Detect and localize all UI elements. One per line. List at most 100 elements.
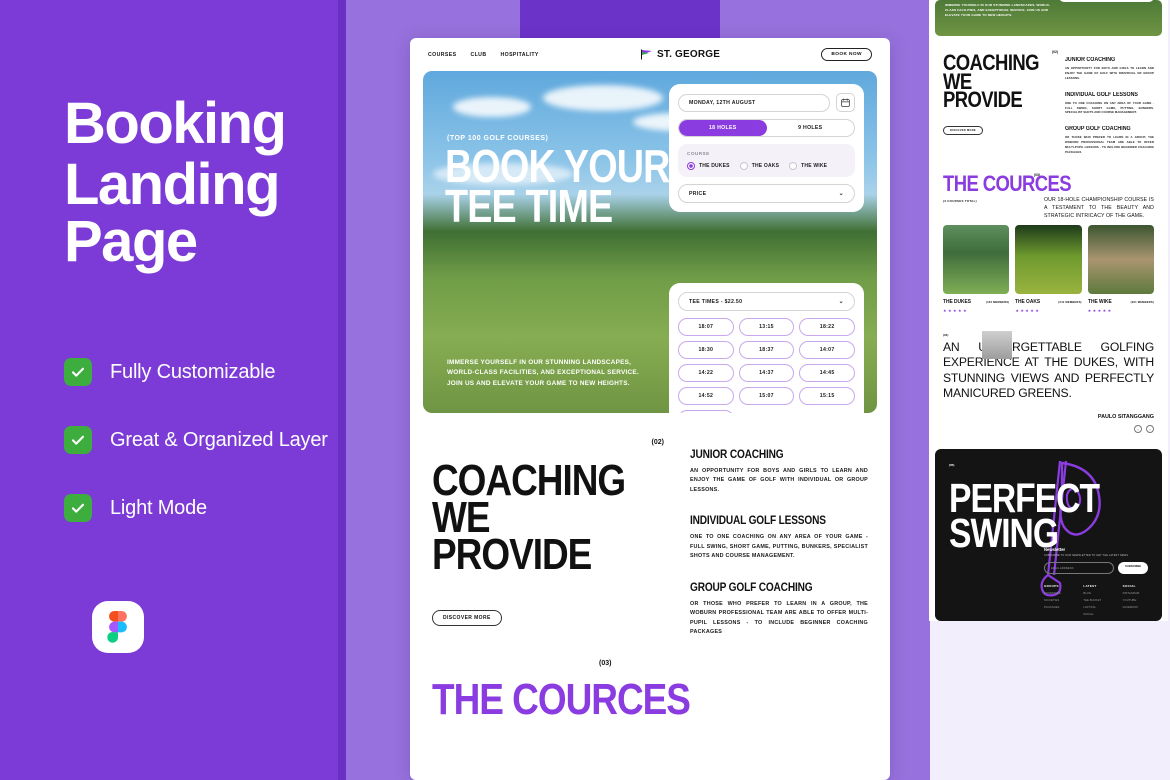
course-radio-label: THE DUKES bbox=[699, 163, 730, 169]
course-radio-group: THE DUKES THE OAKS THE WIKE bbox=[687, 162, 846, 170]
footer-link[interactable]: LOFTING bbox=[1083, 606, 1108, 609]
nav-book-now-button[interactable]: BOOK NOW bbox=[821, 48, 872, 61]
footer-link[interactable]: BLOG bbox=[1083, 592, 1108, 595]
main-mockup: COURSES CLUB HOSPITALITY ST. GEORGE BOOK… bbox=[410, 38, 890, 780]
footer-column-heading: GROUPS bbox=[1044, 584, 1059, 589]
tee-time-slot[interactable]: 14:22 bbox=[678, 364, 734, 382]
course-radio-dukes[interactable]: THE DUKES bbox=[687, 162, 730, 170]
course-card-meta: THE WIKE (321 MEMBERS) bbox=[1088, 299, 1154, 305]
booking-form-top: MONDAY, 12TH AUGUST 18 HOLES 9 HOLES COU… bbox=[669, 84, 864, 212]
coaching-section: (02) COACHING WE PROVIDE DISCOVER MORE J… bbox=[410, 413, 890, 638]
chevron-down-icon: ⌄ bbox=[838, 299, 844, 305]
tee-times-grid: 18:07 13:15 18:22 18:30 18:37 14:07 14:2… bbox=[678, 318, 855, 413]
thumb-discover-more-button[interactable]: DISCOVER MORE bbox=[943, 126, 983, 136]
site-nav: COURSES CLUB HOSPITALITY ST. GEORGE BOOK… bbox=[410, 38, 890, 71]
coaching-services: JUNIOR COACHING AN OPPORTUNITY FOR BOYS … bbox=[690, 441, 868, 638]
course-card-name: THE WIKE bbox=[1087, 298, 1112, 305]
footer-link[interactable]: COMPANIES bbox=[1044, 592, 1069, 595]
email-field[interactable]: EMAIL ADDRESS bbox=[1044, 562, 1115, 575]
thumb-heading-line2: WE PROVIDE bbox=[943, 68, 1023, 113]
course-cards: THE DUKES (122 MEMBERS) ★★★★★ THE OAKS (… bbox=[943, 224, 1154, 313]
footer-link-columns: GROUPS COMPANIES SOCIETIES PACKAGES LATE… bbox=[1044, 584, 1148, 616]
thumb-hero: IMMERSE YOURSELF IN OUR STUNNING LANDSCA… bbox=[935, 0, 1162, 36]
radio-icon bbox=[789, 162, 798, 170]
newsletter-subtitle: SUBSCRIBE TO OUR NEWSLETTER TO GET THE L… bbox=[1044, 554, 1129, 558]
tee-time-slot[interactable]: 14:37 bbox=[738, 364, 795, 382]
footer-heading-line2: SWING bbox=[949, 509, 1059, 556]
thumb-courses-section: (03) THE COURCES (3 COURSES TOTAL) OUR 1… bbox=[929, 155, 1168, 313]
footer-link[interactable]: INSTAGRAM bbox=[1123, 592, 1148, 595]
service-title: INDIVIDUAL GOLF LESSONS bbox=[690, 515, 826, 528]
tee-time-slot[interactable]: 18:22 bbox=[799, 318, 855, 336]
chevron-down-icon: ⌄ bbox=[838, 191, 844, 197]
tee-time-slot[interactable]: 18:37 bbox=[738, 341, 795, 359]
nav-item-courses[interactable]: COURSES bbox=[428, 52, 456, 58]
thumb-service-title: GROUP GOLF COACHING bbox=[1065, 126, 1131, 133]
tee-time-slot[interactable]: 15:07 bbox=[738, 387, 795, 405]
footer-link[interactable]: FACEBOOK bbox=[1123, 606, 1148, 609]
course-radio-wike[interactable]: THE WIKE bbox=[789, 162, 827, 170]
calendar-icon[interactable] bbox=[836, 93, 855, 112]
course-label: COURSE bbox=[687, 151, 710, 156]
date-input[interactable]: MONDAY, 12TH AUGUST bbox=[678, 93, 830, 112]
footer-link[interactable]: SOCIETIES bbox=[1044, 599, 1069, 602]
discover-more-button[interactable]: DISCOVER MORE bbox=[432, 609, 502, 626]
newsletter-title: Newsletter bbox=[1044, 547, 1066, 553]
tee-time-slot[interactable]: 13:15 bbox=[738, 318, 795, 336]
service-item: INDIVIDUAL GOLF LESSONS ONE TO ONE COACH… bbox=[690, 515, 868, 561]
subscribe-button[interactable]: SUBSCRIBE bbox=[1118, 562, 1148, 575]
tee-time-slot[interactable]: 18:30 bbox=[678, 341, 734, 359]
check-icon bbox=[64, 358, 92, 387]
footer-link[interactable]: YOUTUBE bbox=[1123, 599, 1148, 602]
price-select[interactable]: PRICE ⌄ bbox=[678, 184, 855, 203]
course-card-image bbox=[943, 224, 1010, 294]
tee-time-slot[interactable]: 14:07 bbox=[799, 341, 855, 359]
tee-time-slot[interactable]: 18:07 bbox=[678, 318, 734, 336]
feature-item: Light Mode bbox=[64, 494, 338, 523]
thumb-service-item: GROUP GOLF COACHING OR THOSE WHO PREFER … bbox=[1065, 126, 1154, 155]
tee-time-select[interactable]: TEE TIMES - $22.50 ⌄ bbox=[678, 292, 855, 311]
holes-option-18[interactable]: 18 HOLES bbox=[679, 120, 767, 136]
course-card-name: THE DUKES bbox=[943, 298, 972, 305]
holes-toggle[interactable]: 18 HOLES 9 HOLES bbox=[678, 119, 855, 137]
chevron-left-icon[interactable]: ‹ bbox=[1134, 425, 1142, 434]
course-card-members: (241 MEMBERS) bbox=[1058, 300, 1082, 304]
tee-time-slot[interactable]: 15:22 bbox=[678, 410, 734, 413]
footer-link[interactable]: SOCIAL bbox=[1083, 613, 1108, 616]
course-card[interactable]: THE DUKES (122 MEMBERS) ★★★★★ bbox=[943, 224, 1010, 313]
footer-link[interactable]: TEE BUCKET bbox=[1083, 599, 1108, 602]
thumb-coaching-left: COACHING WE PROVIDE DISCOVER MORE bbox=[943, 52, 1051, 155]
brand-logo[interactable]: ST. GEORGE bbox=[640, 49, 720, 60]
course-radio-oaks[interactable]: THE OAKS bbox=[739, 162, 779, 170]
figma-logo-icon bbox=[92, 601, 144, 653]
tee-time-slot[interactable]: 15:15 bbox=[799, 387, 855, 405]
thumb-service-body: ONE TO ONE COACHING ON ANY AREA OF YOUR … bbox=[1065, 100, 1154, 115]
footer-column-heading: LATEST bbox=[1083, 584, 1097, 589]
service-title: GROUP GOLF COACHING bbox=[690, 581, 813, 594]
check-icon bbox=[64, 494, 92, 523]
testimonial-avatar bbox=[982, 330, 1012, 359]
tee-time-slot[interactable]: 14:45 bbox=[799, 364, 855, 382]
thumbnail-column: IMMERSE YOURSELF IN OUR STUNNING LANDSCA… bbox=[929, 0, 1168, 622]
testimonial-quote: AN UNFORGETTABLE GOLFING EXPERIENCE AT T… bbox=[943, 339, 1154, 401]
radio-icon bbox=[739, 162, 748, 170]
booking-form-times: TEE TIMES - $22.50 ⌄ 18:07 13:15 18:22 1… bbox=[669, 283, 864, 413]
promo-title-line1: Booking bbox=[64, 91, 287, 156]
chevron-right-icon[interactable]: › bbox=[1146, 425, 1154, 434]
course-card-image bbox=[1015, 224, 1082, 294]
holes-option-9[interactable]: 9 HOLES bbox=[767, 120, 855, 136]
course-card[interactable]: THE WIKE (321 MEMBERS) ★★★★★ bbox=[1087, 224, 1154, 313]
course-card-meta: THE DUKES (122 MEMBERS) bbox=[943, 299, 1009, 305]
course-card-name: THE OAKS bbox=[1015, 298, 1041, 305]
nav-item-club[interactable]: CLUB bbox=[470, 52, 486, 58]
promo-panel: Booking Landing Page Fully Customizable … bbox=[0, 0, 338, 780]
tee-time-slot[interactable]: 14:52 bbox=[678, 387, 734, 405]
thumb-service-body: OR THOSE WHO PREFER TO LEARN IN A GROUP,… bbox=[1065, 135, 1154, 155]
nav-item-hospitality[interactable]: HOSPITALITY bbox=[500, 52, 538, 58]
course-card[interactable]: THE OAKS (241 MEMBERS) ★★★★★ bbox=[1015, 224, 1082, 313]
feature-label: Light Mode bbox=[110, 496, 207, 519]
footer-right: Newsletter SUBSCRIBE TO OUR NEWSLETTER T… bbox=[1044, 547, 1148, 616]
course-card-members: (321 MEMBERS) bbox=[1130, 300, 1154, 304]
footer-link[interactable]: PACKAGES bbox=[1044, 606, 1069, 609]
coaching-heading-line2: WE PROVIDE bbox=[432, 492, 592, 579]
